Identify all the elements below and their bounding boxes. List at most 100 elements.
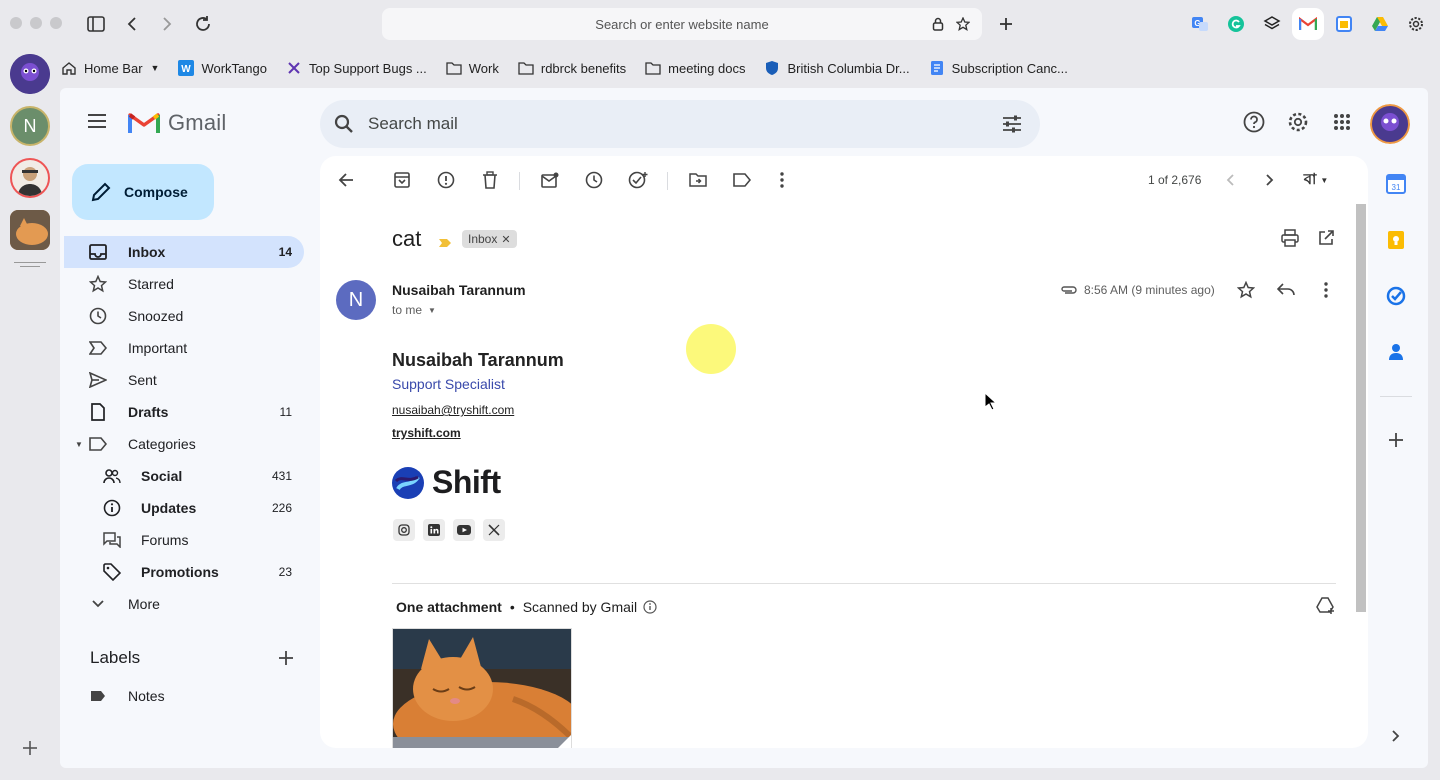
get-addons-icon[interactable] <box>1384 428 1408 452</box>
linkedin-icon[interactable] <box>423 519 445 541</box>
bookmark-british-columbia[interactable]: British Columbia Dr... <box>763 59 910 77</box>
rail-avatar-person[interactable] <box>10 158 50 198</box>
star-icon <box>88 274 108 294</box>
gmail-extension-icon[interactable] <box>1296 12 1320 36</box>
more-options-icon[interactable] <box>770 168 794 192</box>
nav-social[interactable]: Social 431 <box>64 460 304 492</box>
gmail-logo[interactable]: Gmail <box>128 110 226 136</box>
nav-forums[interactable]: Forums <box>64 524 304 556</box>
bookmark-top-support-bugs[interactable]: Top Support Bugs ... <box>285 59 427 77</box>
search-icon[interactable] <box>334 114 354 134</box>
grammarly-extension-icon[interactable] <box>1224 12 1248 36</box>
reply-icon[interactable] <box>1274 278 1298 302</box>
importance-marker-icon[interactable] <box>438 235 452 253</box>
drive-extension-icon[interactable] <box>1368 12 1392 36</box>
layers-extension-icon[interactable] <box>1260 12 1284 36</box>
reload-icon[interactable] <box>191 12 215 36</box>
bookmark-meeting-docs[interactable]: meeting docs <box>644 59 745 77</box>
youtube-icon[interactable] <box>453 519 475 541</box>
new-tab-icon[interactable] <box>994 12 1018 36</box>
pencil-icon <box>90 181 112 203</box>
cat-image-attachment[interactable] <box>392 628 572 748</box>
main-menu-icon[interactable] <box>88 112 110 130</box>
open-new-window-icon[interactable] <box>1314 226 1338 250</box>
rail-avatar-cat[interactable] <box>10 210 50 250</box>
address-bar[interactable]: Search or enter website name <box>382 8 982 40</box>
instagram-icon[interactable] <box>393 519 415 541</box>
recipient-details[interactable]: to me ▼ <box>392 303 436 317</box>
search-options-icon[interactable] <box>1002 114 1022 134</box>
message-scrollbar[interactable] <box>1356 204 1366 612</box>
archive-icon[interactable] <box>390 168 414 192</box>
add-profile-icon[interactable] <box>20 738 40 758</box>
move-to-icon[interactable] <box>686 168 710 192</box>
tasks-app-icon[interactable] <box>1384 284 1408 308</box>
print-icon[interactable] <box>1278 226 1302 250</box>
profile-avatar[interactable] <box>10 54 50 94</box>
mark-unread-icon[interactable] <box>538 168 562 192</box>
close-window-button[interactable] <box>10 17 22 29</box>
add-task-icon[interactable] <box>626 168 650 192</box>
sender-name[interactable]: Nusaibah Tarannum <box>392 282 526 298</box>
bookmark-work[interactable]: Work <box>445 59 499 77</box>
forward-icon[interactable] <box>155 12 179 36</box>
bookmark-rdbrck-benefits[interactable]: rdbrck benefits <box>517 59 626 77</box>
apps-grid-icon[interactable] <box>1330 110 1354 134</box>
add-to-drive-icon[interactable] <box>1314 594 1338 618</box>
nav-promotions[interactable]: Promotions 23 <box>64 556 304 588</box>
bookmark-subscription[interactable]: Subscription Canc... <box>928 59 1068 77</box>
search-bar[interactable] <box>320 100 1040 148</box>
calendar-app-icon[interactable]: 31 <box>1384 172 1408 196</box>
translate-extension-icon[interactable]: G <box>1188 12 1212 36</box>
back-icon[interactable] <box>120 12 144 36</box>
x-twitter-icon[interactable] <box>483 519 505 541</box>
signature-site-link[interactable]: tryshift.com <box>392 426 461 440</box>
minimize-window-button[interactable] <box>30 17 42 29</box>
settings-gear-icon[interactable] <box>1404 12 1428 36</box>
nav-updates[interactable]: Updates 226 <box>64 492 304 524</box>
account-avatar[interactable] <box>1370 104 1410 144</box>
signature-email-link[interactable]: nusaibah@tryshift.com <box>392 403 514 417</box>
nav-sent[interactable]: Sent <box>64 364 304 396</box>
keep-app-icon[interactable] <box>1384 228 1408 252</box>
snooze-icon[interactable] <box>582 168 606 192</box>
input-tools-button[interactable]: বা ▼ <box>1296 168 1336 192</box>
sender-avatar[interactable]: N <box>336 280 376 320</box>
remove-tag-icon[interactable]: ✕ <box>501 233 510 246</box>
search-input[interactable] <box>368 114 968 134</box>
label-notes[interactable]: Notes <box>64 680 304 712</box>
add-label-icon[interactable] <box>276 648 296 668</box>
message-more-icon[interactable] <box>1314 278 1338 302</box>
zoom-window-button[interactable] <box>50 17 62 29</box>
nav-more[interactable]: More <box>64 588 304 620</box>
bookmark-star-icon[interactable] <box>956 8 970 40</box>
info-icon[interactable] <box>643 600 657 614</box>
nav-inbox[interactable]: Inbox 14 <box>64 236 304 268</box>
bookmark-worktango[interactable]: W WorkTango <box>177 59 267 77</box>
older-icon[interactable] <box>1258 168 1282 192</box>
rail-avatar-n[interactable]: N <box>10 106 50 146</box>
contacts-app-icon[interactable] <box>1384 340 1408 364</box>
newer-icon[interactable] <box>1218 168 1242 192</box>
label-as-icon[interactable] <box>730 168 754 192</box>
shift-logo[interactable]: Shift <box>392 464 501 501</box>
expand-arrow-icon[interactable]: ▼ <box>75 440 83 449</box>
help-icon[interactable] <box>1242 110 1266 134</box>
delete-icon[interactable] <box>478 168 502 192</box>
settings-icon[interactable] <box>1286 110 1310 134</box>
show-side-panel-icon[interactable] <box>1384 724 1408 748</box>
compose-button[interactable]: Compose <box>72 164 214 220</box>
nav-drafts[interactable]: Drafts 11 <box>64 396 304 428</box>
report-spam-icon[interactable] <box>434 168 458 192</box>
nav-categories[interactable]: ▼ Categories <box>64 428 304 460</box>
nav-starred[interactable]: Starred <box>64 268 304 300</box>
clock-icon <box>88 306 108 326</box>
nav-important[interactable]: Important <box>64 332 304 364</box>
calendar-extension-icon[interactable] <box>1332 12 1356 36</box>
star-icon[interactable] <box>1234 278 1258 302</box>
back-arrow-icon[interactable] <box>334 168 358 192</box>
bookmark-home-bar[interactable]: Home Bar ▼ <box>60 59 159 77</box>
sidebar-toggle-icon[interactable] <box>84 12 108 36</box>
nav-snoozed[interactable]: Snoozed <box>64 300 304 332</box>
nav-label: Categories <box>128 436 196 452</box>
